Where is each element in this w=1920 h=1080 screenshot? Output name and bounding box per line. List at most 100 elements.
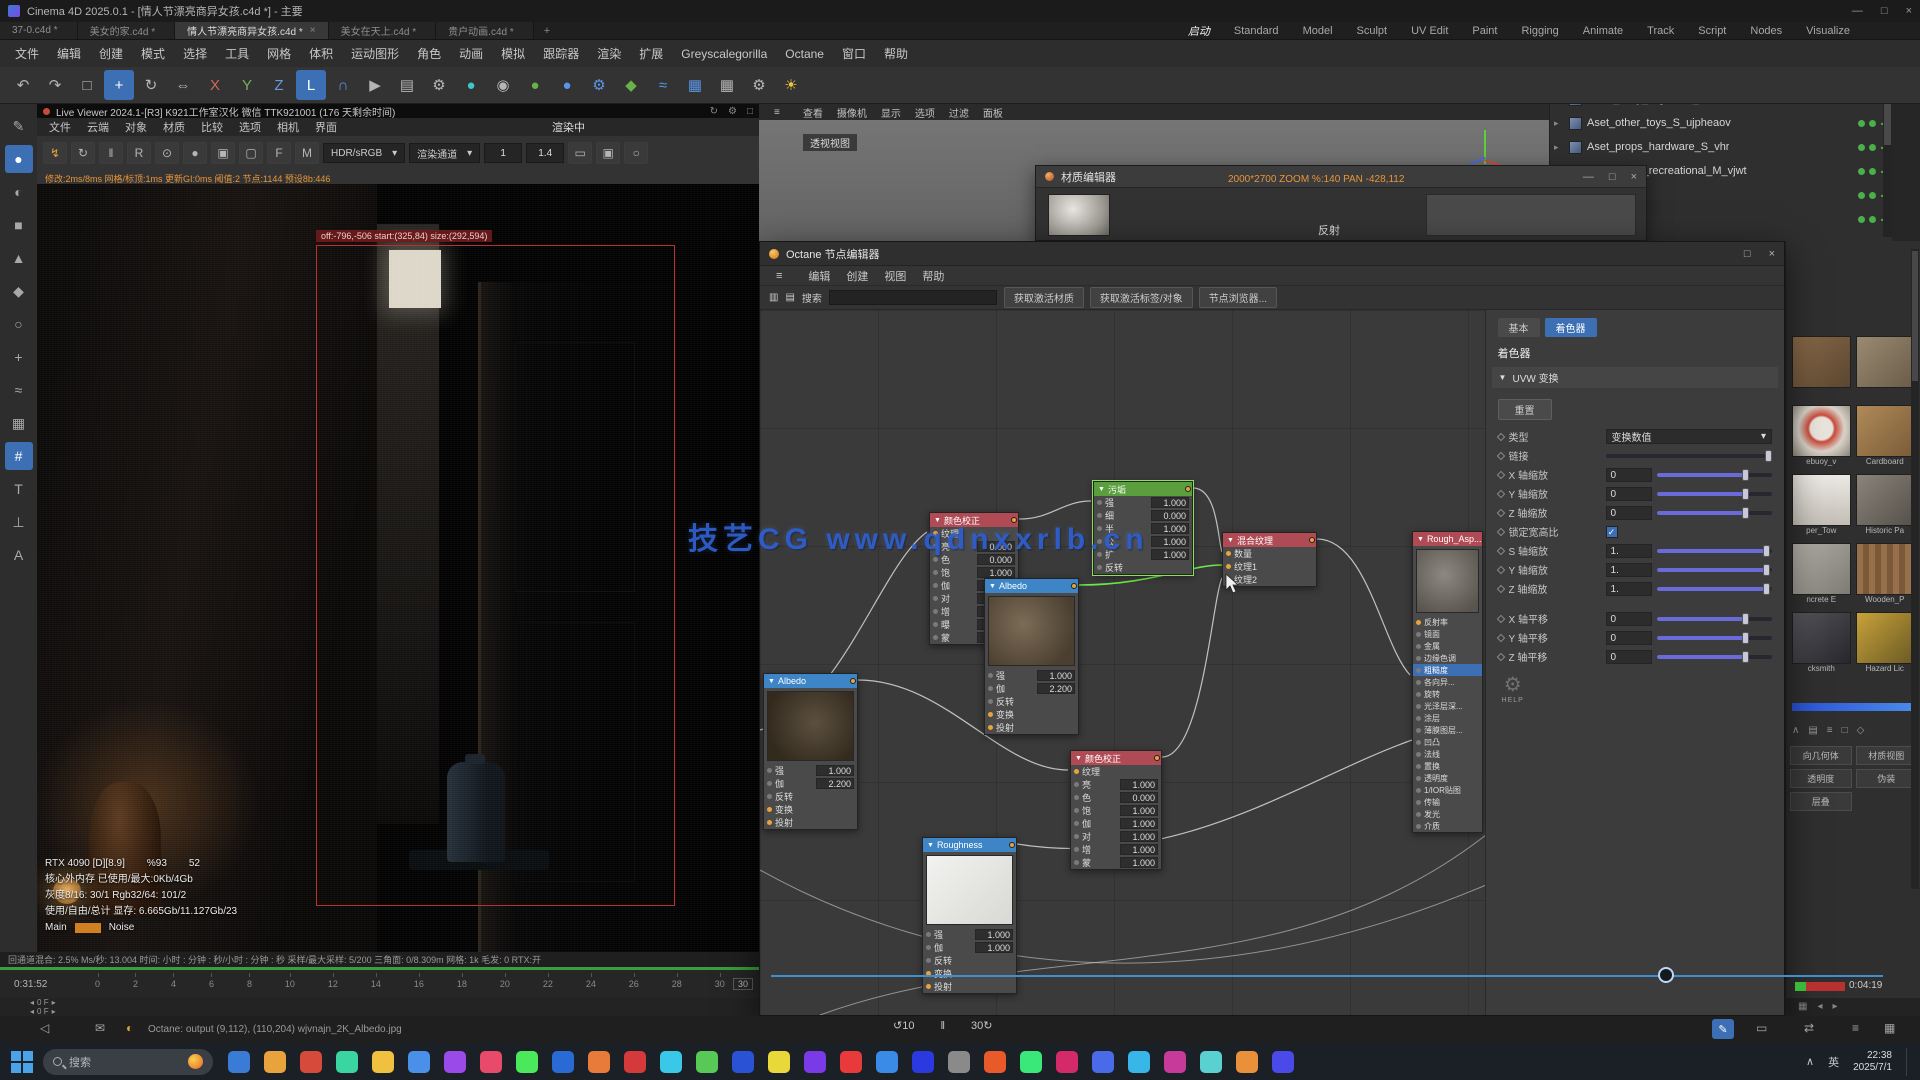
material-thumbnail[interactable]: ebuoy_v bbox=[1792, 405, 1851, 467]
material-pin-row[interactable]: 反射率 bbox=[1413, 616, 1482, 628]
tool-icon[interactable]: # bbox=[5, 442, 33, 470]
menu-item[interactable]: 网格 bbox=[258, 40, 300, 67]
value-field[interactable]: 0 bbox=[1606, 487, 1652, 501]
param-slider[interactable] bbox=[1657, 511, 1772, 515]
taskbar-app-icon[interactable] bbox=[1272, 1051, 1294, 1073]
material-pin-row[interactable]: 旋转 bbox=[1413, 688, 1482, 700]
material-pin-row[interactable]: 粗糙度 bbox=[1413, 664, 1482, 676]
menu-item[interactable]: Octane bbox=[776, 42, 833, 66]
taskbar-app-icon[interactable] bbox=[912, 1051, 934, 1073]
inspector-param-row[interactable]: Z 轴平移 0▾ 0 bbox=[1498, 647, 1772, 666]
tool-icon[interactable]: ◆ bbox=[5, 277, 33, 305]
workspace-tab[interactable]: Visualize bbox=[1806, 25, 1850, 37]
node-roughness[interactable]: ▼Roughness 强1.000伽1.000反转变换投射 bbox=[922, 837, 1017, 994]
tool-icon[interactable]: ◐ bbox=[5, 178, 33, 206]
viewport-menu-item[interactable]: 摄像机 bbox=[830, 104, 874, 121]
node-param-row[interactable]: 反转 bbox=[1094, 561, 1192, 574]
menu-item[interactable]: 选择 bbox=[174, 40, 216, 67]
node-param-row[interactable]: 数量 bbox=[1223, 547, 1316, 560]
frame-spinner[interactable]: ◂0 F▸ bbox=[30, 998, 56, 1007]
grid-icon[interactable]: ▦ bbox=[1798, 1001, 1807, 1012]
viewport-menu-item[interactable]: 查看 bbox=[796, 104, 830, 121]
colorspace-select[interactable]: HDR/sRGB▾ bbox=[323, 143, 405, 163]
taskbar-app-icon[interactable] bbox=[840, 1051, 862, 1073]
node-param-row[interactable]: 反转 bbox=[923, 954, 1016, 967]
filter-button[interactable]: 层叠 bbox=[1790, 792, 1852, 811]
live-viewer-menu-item[interactable]: 对象 bbox=[117, 117, 155, 137]
toolbar-icon[interactable]: ≈ bbox=[648, 70, 678, 100]
tool-icon[interactable]: A bbox=[5, 541, 33, 569]
expand-icon[interactable]: ▸ bbox=[1554, 142, 1564, 153]
viewer-tool-icon[interactable]: ↻ bbox=[71, 142, 95, 164]
taskbar-app-icon[interactable] bbox=[516, 1051, 538, 1073]
material-thumbnail[interactable]: cksmith bbox=[1792, 612, 1851, 674]
burger-icon[interactable]: ≡ bbox=[768, 269, 790, 283]
node-param-row[interactable]: 变换 bbox=[985, 708, 1078, 721]
taskbar-app-icon[interactable] bbox=[1020, 1051, 1042, 1073]
menu-item[interactable]: 创建 bbox=[90, 40, 132, 67]
document-tab[interactable]: 情人节漂亮商异女孩.c4d * × bbox=[175, 22, 328, 39]
viewer-tool-icon[interactable]: ● bbox=[183, 142, 207, 164]
material-preview-image[interactable] bbox=[1856, 405, 1915, 457]
node-param-row[interactable]: 强1.000 bbox=[764, 764, 857, 777]
new-tab-button[interactable]: + bbox=[534, 22, 560, 39]
node-output-pin[interactable] bbox=[1071, 583, 1077, 589]
node-rough-asphalt-material[interactable]: ▼Rough_Asp... 反射率镜面金属边缘色调粗糙度各向异...旋转光泽层深… bbox=[1412, 531, 1483, 833]
toolbar-icon[interactable]: ↻ bbox=[136, 70, 166, 100]
taskbar-app-icon[interactable] bbox=[444, 1051, 466, 1073]
workspace-tab[interactable]: Paint bbox=[1472, 25, 1497, 37]
taskbar-app-icon[interactable] bbox=[552, 1051, 574, 1073]
node-param-row[interactable]: 伽2.200 bbox=[764, 777, 857, 790]
menu-item[interactable]: 运动图形 bbox=[342, 40, 408, 67]
material-pin-row[interactable]: 传输 bbox=[1413, 796, 1482, 808]
message-icon[interactable]: ✉ bbox=[95, 1021, 105, 1035]
tool-icon[interactable]: ≈ bbox=[5, 376, 33, 404]
toolbar-icon[interactable]: ⚙ bbox=[744, 70, 774, 100]
param-slider[interactable] bbox=[1657, 473, 1772, 477]
material-thumbnail[interactable]: Cardboard bbox=[1856, 405, 1915, 467]
panel-tool-icon[interactable]: □ bbox=[1842, 725, 1848, 736]
node-param-row[interactable]: 反转 bbox=[985, 695, 1078, 708]
filter-button[interactable]: 透明度 bbox=[1790, 769, 1852, 788]
render-view[interactable]: off:-796,-506 start:(325,84) size:(292,5… bbox=[37, 184, 759, 952]
burger-icon[interactable]: ≡ bbox=[1852, 1021, 1859, 1035]
toolbar-icon[interactable]: ◉ bbox=[488, 70, 518, 100]
node-param-row[interactable]: 投射 bbox=[985, 721, 1078, 734]
material-pin-row[interactable]: 1/IOR贴图 bbox=[1413, 784, 1482, 796]
ime-indicator[interactable]: 英 bbox=[1828, 1054, 1839, 1070]
node-output-pin[interactable] bbox=[1009, 842, 1015, 848]
node-param-row[interactable]: 纹理1 bbox=[1223, 560, 1316, 573]
viewer-tool-icon[interactable]: ▭ bbox=[568, 142, 592, 164]
material-pin-row[interactable]: 各向异... bbox=[1413, 676, 1482, 688]
material-preview-image[interactable] bbox=[1792, 336, 1851, 388]
material-preview-image[interactable] bbox=[1792, 612, 1851, 664]
menu-item[interactable]: 跟踪器 bbox=[534, 40, 588, 67]
node-editor-button[interactable]: 获取激活材质 bbox=[1004, 287, 1084, 308]
node-output-pin[interactable] bbox=[1185, 486, 1191, 492]
tool-icon[interactable]: ■ bbox=[5, 211, 33, 239]
value-field[interactable]: 1. bbox=[1606, 544, 1652, 558]
node-output-pin[interactable] bbox=[850, 678, 856, 684]
workspace-tab[interactable]: Track bbox=[1647, 25, 1674, 37]
taskbar-app-icon[interactable] bbox=[696, 1051, 718, 1073]
list-icon[interactable]: ▤ bbox=[785, 292, 794, 303]
inspector-param-row[interactable]: 链接 ▾ bbox=[1498, 446, 1772, 465]
tab-close-icon[interactable]: × bbox=[310, 25, 316, 36]
toolbar-icon[interactable]: ▤ bbox=[392, 70, 422, 100]
minimize-icon[interactable]: — bbox=[1583, 171, 1594, 183]
close-icon[interactable]: × bbox=[1769, 248, 1775, 260]
pause-button[interactable]: ‖ bbox=[940, 1020, 945, 1032]
menu-item[interactable]: 窗口 bbox=[833, 40, 875, 67]
tool-icon[interactable]: ⊥ bbox=[5, 508, 33, 536]
jump-back-button[interactable]: ↺10 bbox=[893, 1019, 914, 1032]
node-param-row[interactable]: 纹理 bbox=[1071, 765, 1161, 778]
material-pin-row[interactable]: 涂层 bbox=[1413, 712, 1482, 724]
node-param-row[interactable]: 增1.000 bbox=[1071, 843, 1161, 856]
viewport-menu-item[interactable]: 面板 bbox=[976, 104, 1010, 121]
node-editor-titlebar[interactable]: Octane 节点编辑器 □ × bbox=[760, 242, 1784, 266]
start-button[interactable] bbox=[10, 1050, 34, 1074]
taskbar-app-icon[interactable] bbox=[1056, 1051, 1078, 1073]
value-field[interactable]: 0 bbox=[1606, 650, 1652, 664]
toolbar-icon[interactable]: ▶ bbox=[360, 70, 390, 100]
panel-tool-icon[interactable]: ◇ bbox=[1857, 725, 1865, 736]
